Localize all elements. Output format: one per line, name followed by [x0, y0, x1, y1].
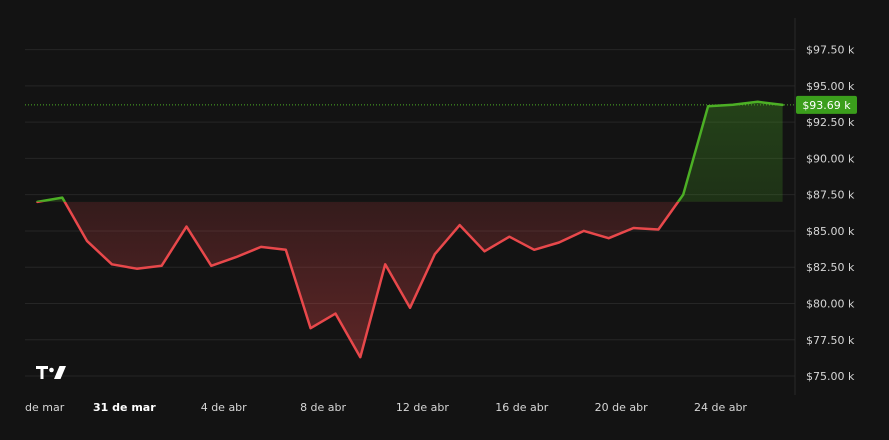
- y-tick-label: $75.00 k: [806, 370, 855, 383]
- y-tick-label: $95.00 k: [806, 80, 855, 93]
- y-tick-label: $92.50 k: [806, 116, 855, 129]
- x-tick-label: 31 de mar: [93, 401, 156, 414]
- area-below-baseline: [64, 201, 679, 358]
- current-price-label: $93.69 k: [802, 99, 851, 112]
- logo-icon[interactable]: [36, 366, 66, 379]
- y-tick-label: $82.50 k: [806, 261, 855, 274]
- area-fills: [37, 101, 783, 358]
- x-tick-label: 8 de abr: [300, 401, 346, 414]
- x-tick-label: 4 de abr: [201, 401, 247, 414]
- y-axis-labels: $75.00 k $77.50 k $80.00 k $82.50 k $85.00 k…: [806, 44, 855, 383]
- y-tick-label: $80.00 k: [806, 297, 855, 310]
- x-tick-label: 12 de abr: [396, 401, 449, 414]
- price-chart[interactable]: $75.00 k $77.50 k $80.00 k $82.50 k $85.00 k…: [0, 0, 889, 440]
- y-tick-label: $97.50 k: [806, 44, 855, 57]
- x-tick-label: 24 de abr: [694, 401, 747, 414]
- x-tick-label: 20 de abr: [595, 401, 648, 414]
- x-tick-label: de mar: [25, 401, 65, 414]
- y-tick-label: $90.00 k: [806, 152, 855, 165]
- y-tick-label: $87.50 k: [806, 189, 855, 202]
- y-tick-label: $85.00 k: [806, 225, 855, 238]
- y-tick-label: $77.50 k: [806, 334, 855, 347]
- x-axis-labels: de mar 31 de mar 4 de abr 8 de abr 12 de abr…: [25, 401, 747, 414]
- x-tick-label: 16 de abr: [495, 401, 548, 414]
